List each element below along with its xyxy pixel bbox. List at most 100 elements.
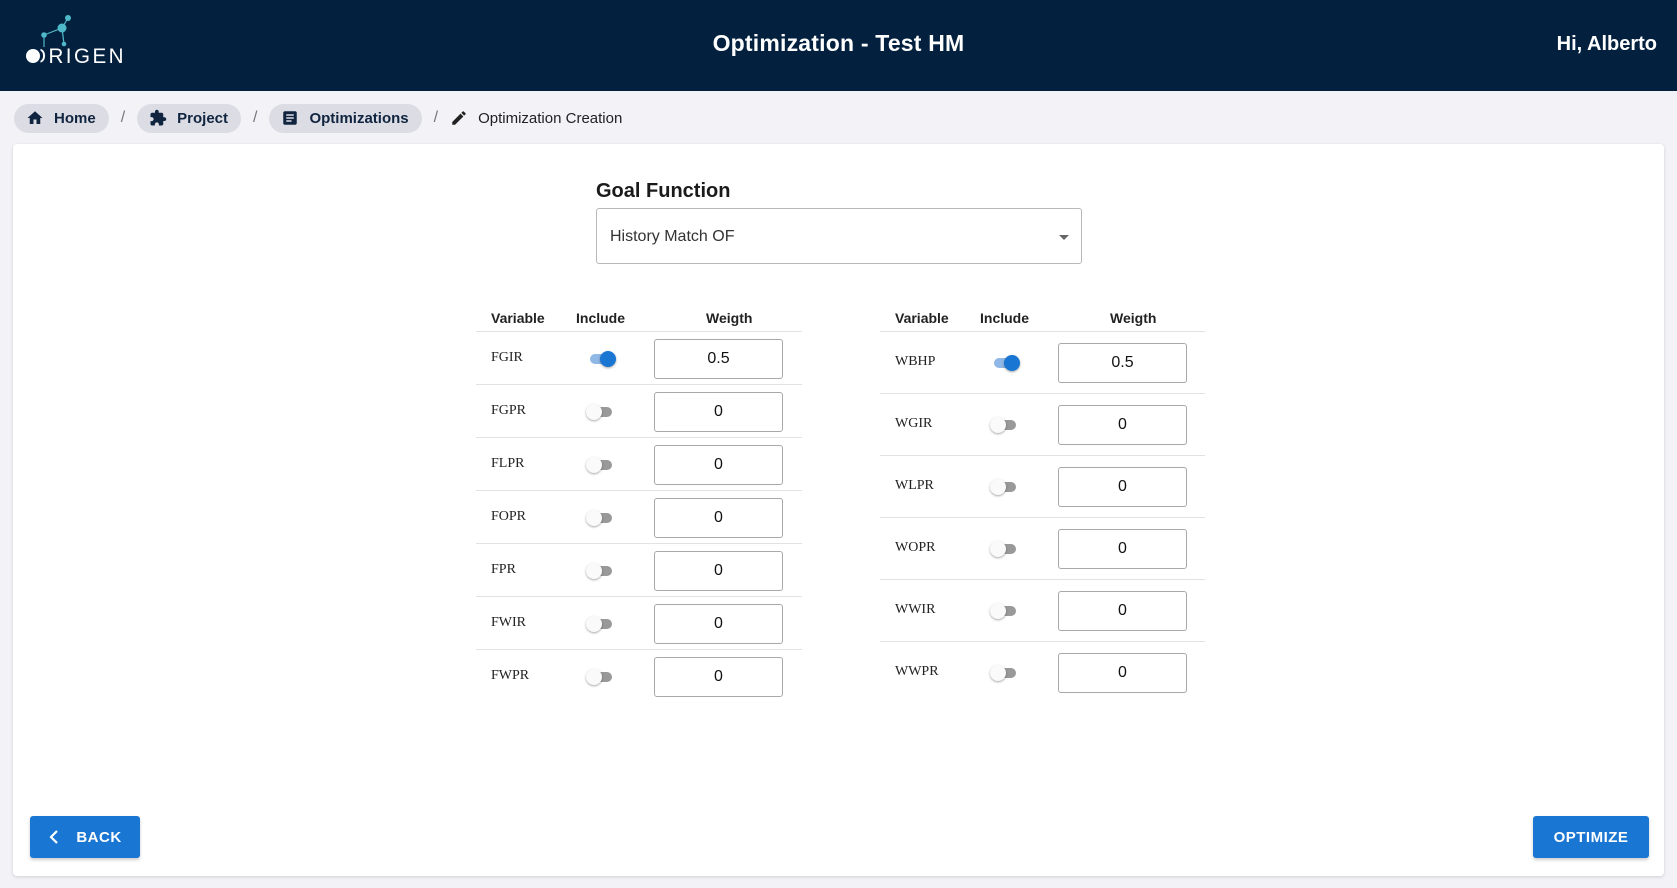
column-header-weight: Weigth bbox=[706, 310, 753, 326]
include-toggle[interactable] bbox=[586, 667, 616, 687]
weight-input[interactable] bbox=[1058, 591, 1187, 631]
toggle-thumb bbox=[586, 668, 602, 685]
pencil-icon bbox=[452, 111, 466, 125]
well-variable-row: WWIR bbox=[880, 580, 1205, 642]
weight-input[interactable] bbox=[1058, 343, 1187, 383]
breadcrumb-current: Optimization Creation bbox=[450, 109, 622, 127]
variable-name: FPR bbox=[491, 561, 516, 577]
toggle-thumb bbox=[990, 479, 1006, 495]
field-variable-row: FGIR bbox=[476, 332, 802, 385]
goal-function-label: Goal Function bbox=[596, 180, 731, 202]
weight-input[interactable] bbox=[654, 391, 783, 432]
include-toggle[interactable] bbox=[586, 508, 616, 528]
well-variable-row: WWPR bbox=[880, 642, 1205, 704]
toggle-thumb bbox=[586, 615, 602, 632]
include-toggle[interactable] bbox=[990, 415, 1020, 435]
breadcrumb-home[interactable]: Home bbox=[14, 103, 109, 133]
variable-name: WWIR bbox=[895, 602, 936, 617]
include-toggle[interactable] bbox=[990, 353, 1020, 373]
optimization-form: Goal Function History Match OF Variable … bbox=[13, 144, 1664, 876]
include-toggle[interactable] bbox=[586, 561, 616, 581]
well-variable-row: WBHP bbox=[880, 332, 1205, 394]
caret-down-icon bbox=[1059, 235, 1069, 240]
toggle-thumb bbox=[990, 603, 1006, 619]
page-title: Optimization - Test HM bbox=[712, 30, 965, 56]
field-variable-row: FPR bbox=[476, 544, 802, 597]
variable-name: WBHP bbox=[895, 354, 936, 369]
user-greeting[interactable]: Hi, Alberto bbox=[1557, 33, 1657, 56]
include-toggle[interactable] bbox=[990, 539, 1020, 559]
well-variable-row: WGIR bbox=[880, 394, 1205, 456]
toggle-thumb bbox=[600, 350, 616, 367]
toggle-thumb bbox=[990, 665, 1006, 681]
weight-input[interactable] bbox=[654, 656, 783, 697]
app-header: ORIGEN Optimization - Test HM Hi, Albert… bbox=[0, 0, 1677, 91]
variable-name: FWIR bbox=[491, 614, 526, 630]
include-toggle[interactable] bbox=[990, 663, 1020, 683]
weight-input[interactable] bbox=[1058, 405, 1187, 445]
breadcrumb-project[interactable]: Project bbox=[137, 103, 241, 133]
goal-function-select[interactable]: History Match OF bbox=[596, 208, 1082, 264]
breadcrumb-separator: / bbox=[253, 109, 258, 126]
breadcrumb-separator: / bbox=[120, 109, 126, 126]
variable-name: WGIR bbox=[895, 416, 933, 431]
toggle-thumb bbox=[586, 509, 602, 526]
field-variable-row: FOPR bbox=[476, 491, 802, 544]
breadcrumb: Home / Project / Optimizations / Optimiz… bbox=[14, 103, 622, 133]
optimize-button[interactable]: OPTIMIZE bbox=[1533, 816, 1649, 858]
variable-name: FGPR bbox=[491, 402, 527, 418]
variable-name: FWPR bbox=[491, 667, 530, 683]
breadcrumb-home-label: Home bbox=[54, 109, 96, 127]
toggle-thumb bbox=[586, 562, 602, 579]
variable-name: WLPR bbox=[895, 478, 934, 493]
variable-name: WOPR bbox=[895, 540, 936, 555]
breadcrumb-optimizations-label: Optimizations bbox=[309, 109, 409, 127]
breadcrumb-separator: / bbox=[433, 109, 439, 126]
well-variables-table: Variable Include Weigth WBHP WGIR WLPR WOPR… bbox=[880, 304, 1205, 704]
column-header-include: Include bbox=[980, 310, 1030, 326]
column-header-variable: Variable bbox=[895, 310, 949, 326]
well-variable-row: WOPR bbox=[880, 518, 1205, 580]
include-toggle[interactable] bbox=[586, 349, 616, 369]
variable-name: FLPR bbox=[491, 455, 525, 471]
weight-input[interactable] bbox=[654, 603, 783, 644]
include-toggle[interactable] bbox=[586, 614, 616, 634]
column-header-weight: Weigth bbox=[1110, 310, 1157, 326]
toggle-thumb bbox=[1004, 355, 1020, 371]
puzzle-icon bbox=[150, 109, 167, 126]
field-variables-table: Variable Include Weigth FGIR FGPR FLPR FOPR… bbox=[476, 304, 802, 703]
toggle-thumb bbox=[990, 417, 1006, 433]
field-variable-row: FWPR bbox=[476, 650, 802, 703]
include-toggle[interactable] bbox=[990, 477, 1020, 497]
weight-input[interactable] bbox=[1058, 467, 1187, 507]
toggle-thumb bbox=[990, 541, 1006, 557]
well-variable-row: WLPR bbox=[880, 456, 1205, 518]
weight-input[interactable] bbox=[654, 550, 783, 591]
chevron-left-icon bbox=[49, 830, 59, 844]
breadcrumb-project-label: Project bbox=[177, 109, 228, 127]
variable-name: WWPR bbox=[895, 664, 939, 679]
weight-input[interactable] bbox=[654, 444, 783, 485]
document-icon bbox=[283, 111, 298, 125]
field-variable-row: FLPR bbox=[476, 438, 802, 491]
column-header-variable: Variable bbox=[491, 310, 545, 326]
variable-name: FGIR bbox=[491, 349, 523, 365]
weight-input[interactable] bbox=[654, 338, 783, 379]
weight-input[interactable] bbox=[1058, 529, 1187, 569]
toggle-thumb bbox=[586, 403, 602, 420]
include-toggle[interactable] bbox=[586, 402, 616, 422]
optimize-button-label: OPTIMIZE bbox=[1553, 828, 1629, 846]
back-button[interactable]: BACK bbox=[30, 816, 140, 858]
weight-input[interactable] bbox=[1058, 653, 1187, 693]
table-header: Variable Include Weigth bbox=[476, 304, 802, 332]
back-button-label: BACK bbox=[76, 828, 122, 846]
goal-function-value: History Match OF bbox=[610, 228, 735, 245]
toggle-thumb bbox=[586, 456, 602, 473]
field-variable-row: FGPR bbox=[476, 385, 802, 438]
breadcrumb-current-label: Optimization Creation bbox=[478, 109, 623, 127]
variable-name: FOPR bbox=[491, 508, 527, 524]
breadcrumb-optimizations[interactable]: Optimizations bbox=[269, 103, 422, 133]
include-toggle[interactable] bbox=[990, 601, 1020, 621]
weight-input[interactable] bbox=[654, 497, 783, 538]
include-toggle[interactable] bbox=[586, 455, 616, 475]
